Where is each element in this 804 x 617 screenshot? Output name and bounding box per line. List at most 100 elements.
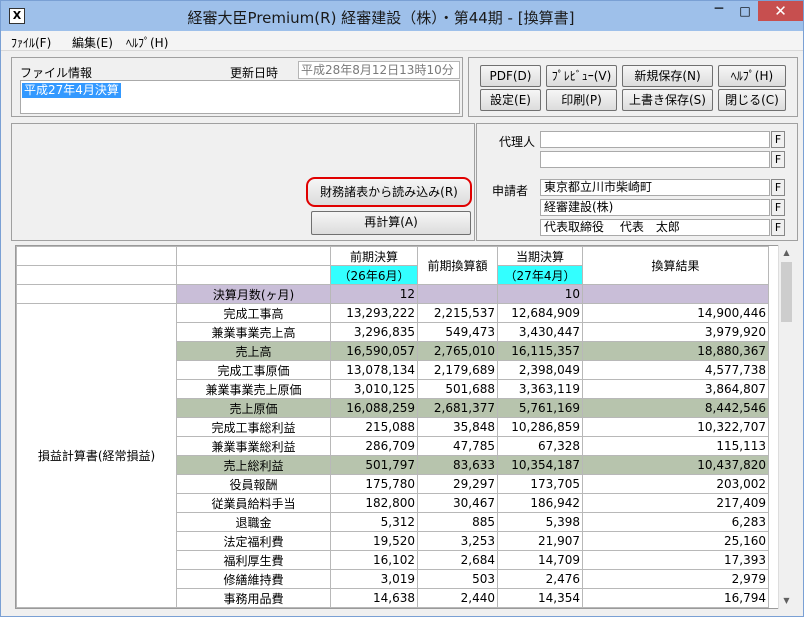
row-name-cell: 福利厚生費 — [176, 550, 331, 570]
curr-value-cell[interactable]: 12,684,909 — [497, 303, 583, 323]
header-result: 換算結果 — [582, 246, 769, 285]
prev-value-cell[interactable]: 16,590,057 — [330, 341, 418, 361]
settings-button[interactable]: 設定(E) — [480, 89, 541, 111]
conv-value-cell: 47,785 — [417, 436, 498, 456]
file-name-field[interactable]: 平成27年4月決算 — [20, 80, 460, 114]
curr-value-cell[interactable]: 10,354,187 — [497, 455, 583, 475]
prev-value-cell[interactable]: 16,102 — [330, 550, 418, 570]
agent-f-button-1[interactable]: F — [771, 131, 785, 148]
curr-value-cell[interactable]: 14,354 — [497, 588, 583, 608]
months-curr[interactable]: 10 — [497, 284, 583, 304]
curr-value-cell[interactable]: 21,907 — [497, 531, 583, 551]
prev-value-cell[interactable]: 13,078,134 — [330, 360, 418, 380]
result-value-cell: 18,880,367 — [582, 341, 769, 361]
maximize-button[interactable]: □ — [732, 1, 758, 21]
months-row: 決算月数(ヶ月) 12 10 — [16, 284, 769, 304]
header-prev: 前期決算 — [330, 246, 418, 266]
preview-button[interactable]: ﾌﾟﾚﾋﾞｭｰ(V) — [546, 65, 617, 87]
row-name-cell: 事務用品費 — [176, 588, 331, 608]
months-blank — [16, 284, 177, 304]
import-financials-button[interactable]: 財務諸表から読み込み(R) — [306, 177, 472, 207]
menu-file[interactable]: ﾌｧｲﾙ(F) — [11, 34, 51, 51]
applicant-representative-field[interactable]: 代表取締役 代表 太郎 — [540, 219, 770, 236]
conv-value-cell: 2,684 — [417, 550, 498, 570]
prev-value-cell[interactable]: 19,520 — [330, 531, 418, 551]
menu-edit[interactable]: 編集(E) — [72, 34, 113, 51]
result-value-cell: 2,979 — [582, 569, 769, 589]
row-name-cell: 売上原価 — [176, 398, 331, 418]
curr-value-cell[interactable]: 14,709 — [497, 550, 583, 570]
row-name-cell: 兼業事業売上原価 — [176, 379, 331, 399]
minimize-button[interactable]: ─ — [706, 1, 732, 21]
prev-value-cell[interactable]: 182,800 — [330, 493, 418, 513]
group-label: 損益計算書(経常損益) — [16, 303, 177, 608]
applicant-f-button-2[interactable]: F — [771, 199, 785, 216]
conv-value-cell: 2,681,377 — [417, 398, 498, 418]
prev-value-cell[interactable]: 14,638 — [330, 588, 418, 608]
prev-value-cell[interactable]: 501,797 — [330, 455, 418, 475]
conv-value-cell: 29,297 — [417, 474, 498, 494]
agent-f-button-2[interactable]: F — [771, 151, 785, 168]
result-value-cell: 6,283 — [582, 512, 769, 532]
curr-value-cell[interactable]: 3,430,447 — [497, 322, 583, 342]
file-info-panel: ファイル情報 更新日時 平成28年8月12日13時10分 平成27年4月決算 — [11, 57, 463, 117]
title-bar[interactable]: X 経審大臣Premium(R) 経審建設（株）・第44期 - [換算書] ─ … — [1, 1, 803, 31]
save-new-button[interactable]: 新規保存(N) — [622, 65, 713, 87]
curr-value-cell[interactable]: 16,115,357 — [497, 341, 583, 361]
prev-value-cell[interactable]: 286,709 — [330, 436, 418, 456]
prev-value-cell[interactable]: 175,780 — [330, 474, 418, 494]
prev-value-cell[interactable]: 16,088,259 — [330, 398, 418, 418]
scroll-down-icon[interactable]: ▼ — [779, 593, 794, 609]
conv-value-cell: 30,467 — [417, 493, 498, 513]
recalculate-button[interactable]: 再計算(A) — [311, 211, 471, 235]
scroll-thumb[interactable] — [781, 262, 792, 322]
result-value-cell: 203,002 — [582, 474, 769, 494]
header-curr-period: （27年4月） — [497, 265, 583, 285]
prev-value-cell[interactable]: 5,312 — [330, 512, 418, 532]
curr-value-cell[interactable]: 186,942 — [497, 493, 583, 513]
result-value-cell: 217,409 — [582, 493, 769, 513]
pdf-button[interactable]: PDF(D) — [480, 65, 541, 87]
conversion-grid[interactable]: 前期決算 前期換算額 当期決算 換算結果 （26年6月） （27年4月） 決算月… — [15, 245, 793, 609]
curr-value-cell[interactable]: 3,363,119 — [497, 379, 583, 399]
curr-value-cell[interactable]: 67,328 — [497, 436, 583, 456]
header-curr: 当期決算 — [497, 246, 583, 266]
prev-value-cell[interactable]: 13,293,222 — [330, 303, 418, 323]
applicant-company-field[interactable]: 経審建設(株) — [540, 199, 770, 216]
row-name-cell: 退職金 — [176, 512, 331, 532]
result-value-cell: 16,794 — [582, 588, 769, 608]
applicant-f-button-1[interactable]: F — [771, 179, 785, 196]
print-button[interactable]: 印刷(P) — [546, 89, 617, 111]
close-button[interactable]: 閉じる(C) — [718, 89, 786, 111]
help-button[interactable]: ﾍﾙﾌﾟ(H) — [718, 65, 786, 87]
prev-value-cell[interactable]: 3,010,125 — [330, 379, 418, 399]
prev-value-cell[interactable]: 215,088 — [330, 417, 418, 437]
scroll-up-icon[interactable]: ▲ — [779, 245, 794, 261]
curr-value-cell[interactable]: 2,476 — [497, 569, 583, 589]
curr-value-cell[interactable]: 5,761,169 — [497, 398, 583, 418]
months-prev[interactable]: 12 — [330, 284, 418, 304]
close-window-button[interactable]: ✕ — [758, 1, 803, 21]
applicant-address-field[interactable]: 東京都立川市柴崎町 — [540, 179, 770, 196]
curr-value-cell[interactable]: 173,705 — [497, 474, 583, 494]
file-name-value: 平成27年4月決算 — [22, 83, 121, 98]
curr-value-cell[interactable]: 5,398 — [497, 512, 583, 532]
menu-help[interactable]: ﾍﾙﾌﾟ(H) — [126, 34, 168, 51]
result-value-cell: 14,900,446 — [582, 303, 769, 323]
table-row: 損益計算書(経常損益) 完成工事高 13,293,222 2,215,537 12,68… — [16, 303, 769, 608]
result-value-cell: 4,577,738 — [582, 360, 769, 380]
prev-value-cell[interactable]: 3,296,835 — [330, 322, 418, 342]
curr-value-cell[interactable]: 10,286,859 — [497, 417, 583, 437]
applicant-f-button-3[interactable]: F — [771, 219, 785, 236]
agent-field-2[interactable] — [540, 151, 770, 168]
agent-field-1[interactable] — [540, 131, 770, 148]
overwrite-save-button[interactable]: 上書き保存(S) — [622, 89, 713, 111]
conv-value-cell: 83,633 — [417, 455, 498, 475]
file-info-label: ファイル情報 — [20, 66, 93, 80]
window-title: 経審大臣Premium(R) 経審建設（株）・第44期 - [換算書] — [187, 9, 575, 27]
prev-value-cell[interactable]: 3,019 — [330, 569, 418, 589]
curr-value-cell[interactable]: 2,398,049 — [497, 360, 583, 380]
row-name-cell: 完成工事高 — [176, 303, 331, 323]
vertical-scrollbar[interactable]: ▲ ▼ — [778, 245, 794, 609]
conv-value-cell: 549,473 — [417, 322, 498, 342]
